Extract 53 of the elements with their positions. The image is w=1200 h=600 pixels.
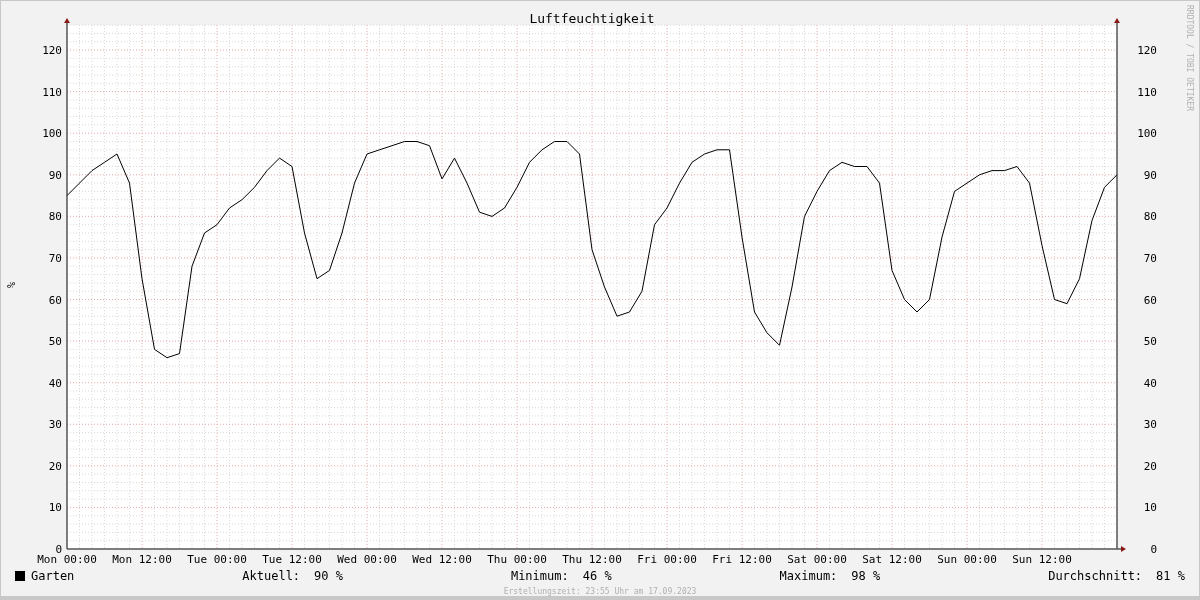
x-tick-label: Sun 12:00: [1012, 553, 1072, 566]
y-tick-label: 30: [48, 418, 62, 432]
y-tick-label: 50: [48, 335, 62, 349]
y-tick-label: 110: [42, 85, 62, 99]
y-tick-label: 100: [42, 127, 62, 141]
legend-swatch: [15, 571, 25, 581]
y-tick-label: 40: [48, 376, 62, 390]
y-tick-label: 70: [1143, 251, 1157, 265]
y-tick-label: 100: [1137, 127, 1157, 141]
y-tick-label: 120: [42, 44, 62, 58]
x-tick-label: Sat 00:00: [787, 553, 847, 566]
x-tick-label: Mon 12:00: [112, 553, 172, 566]
x-tick-label: Wed 00:00: [337, 553, 397, 566]
stat-label: Maximum:: [779, 568, 838, 585]
stat-value: 90 %: [314, 568, 343, 585]
y-tick-label: 120: [1137, 44, 1157, 58]
y-tick-label: 20: [48, 459, 62, 473]
y-tick-label: 80: [1143, 210, 1157, 224]
y-tick-label: 50: [1143, 335, 1157, 349]
x-tick-label: Thu 12:00: [562, 553, 622, 566]
x-tick-label: Sat 12:00: [862, 553, 922, 566]
y-tick-label: 110: [1137, 85, 1157, 99]
stat-value: 81 %: [1156, 568, 1185, 585]
stat-label: Aktuell:: [242, 568, 301, 585]
y-tick-label: 10: [1143, 501, 1157, 515]
y-tick-label: 10: [48, 501, 62, 515]
y-axis-label: %: [4, 282, 18, 288]
legend-name: Garten: [31, 568, 75, 585]
y-tick-label: 80: [48, 210, 62, 224]
stat-label: Minimum:: [510, 568, 569, 585]
x-tick-label: Thu 00:00: [487, 553, 547, 566]
x-tick-label: Tue 12:00: [262, 553, 322, 566]
x-tick-label: Wed 12:00: [412, 553, 472, 566]
y-tick-label: 0: [55, 543, 62, 556]
x-tick-label: Tue 00:00: [187, 553, 247, 566]
y-tick-label: 90: [48, 168, 62, 182]
x-tick-label: Fri 12:00: [712, 553, 772, 566]
y-tick-label: 0: [1150, 543, 1157, 556]
x-tick-label: Mon 00:00: [37, 553, 97, 566]
stat-value: 98 %: [851, 568, 881, 585]
x-tick-label: Fri 00:00: [637, 553, 697, 566]
y-tick-label: 30: [1143, 418, 1157, 432]
chart-title: Luftfeuchtigkeit: [529, 11, 655, 26]
credit-text: RRDTOOL / TOBI OETIKER: [1184, 5, 1195, 113]
y-tick-label: 60: [48, 293, 62, 307]
x-tick-label: Sun 00:00: [937, 553, 997, 566]
y-tick-label: 60: [1143, 293, 1157, 307]
y-tick-label: 90: [1143, 168, 1157, 182]
stat-value: 46 %: [582, 568, 612, 585]
y-tick-label: 70: [48, 251, 62, 265]
y-tick-label: 20: [1143, 459, 1157, 473]
stat-label: Durchschnitt:: [1048, 568, 1143, 585]
y-tick-label: 40: [1143, 376, 1157, 390]
